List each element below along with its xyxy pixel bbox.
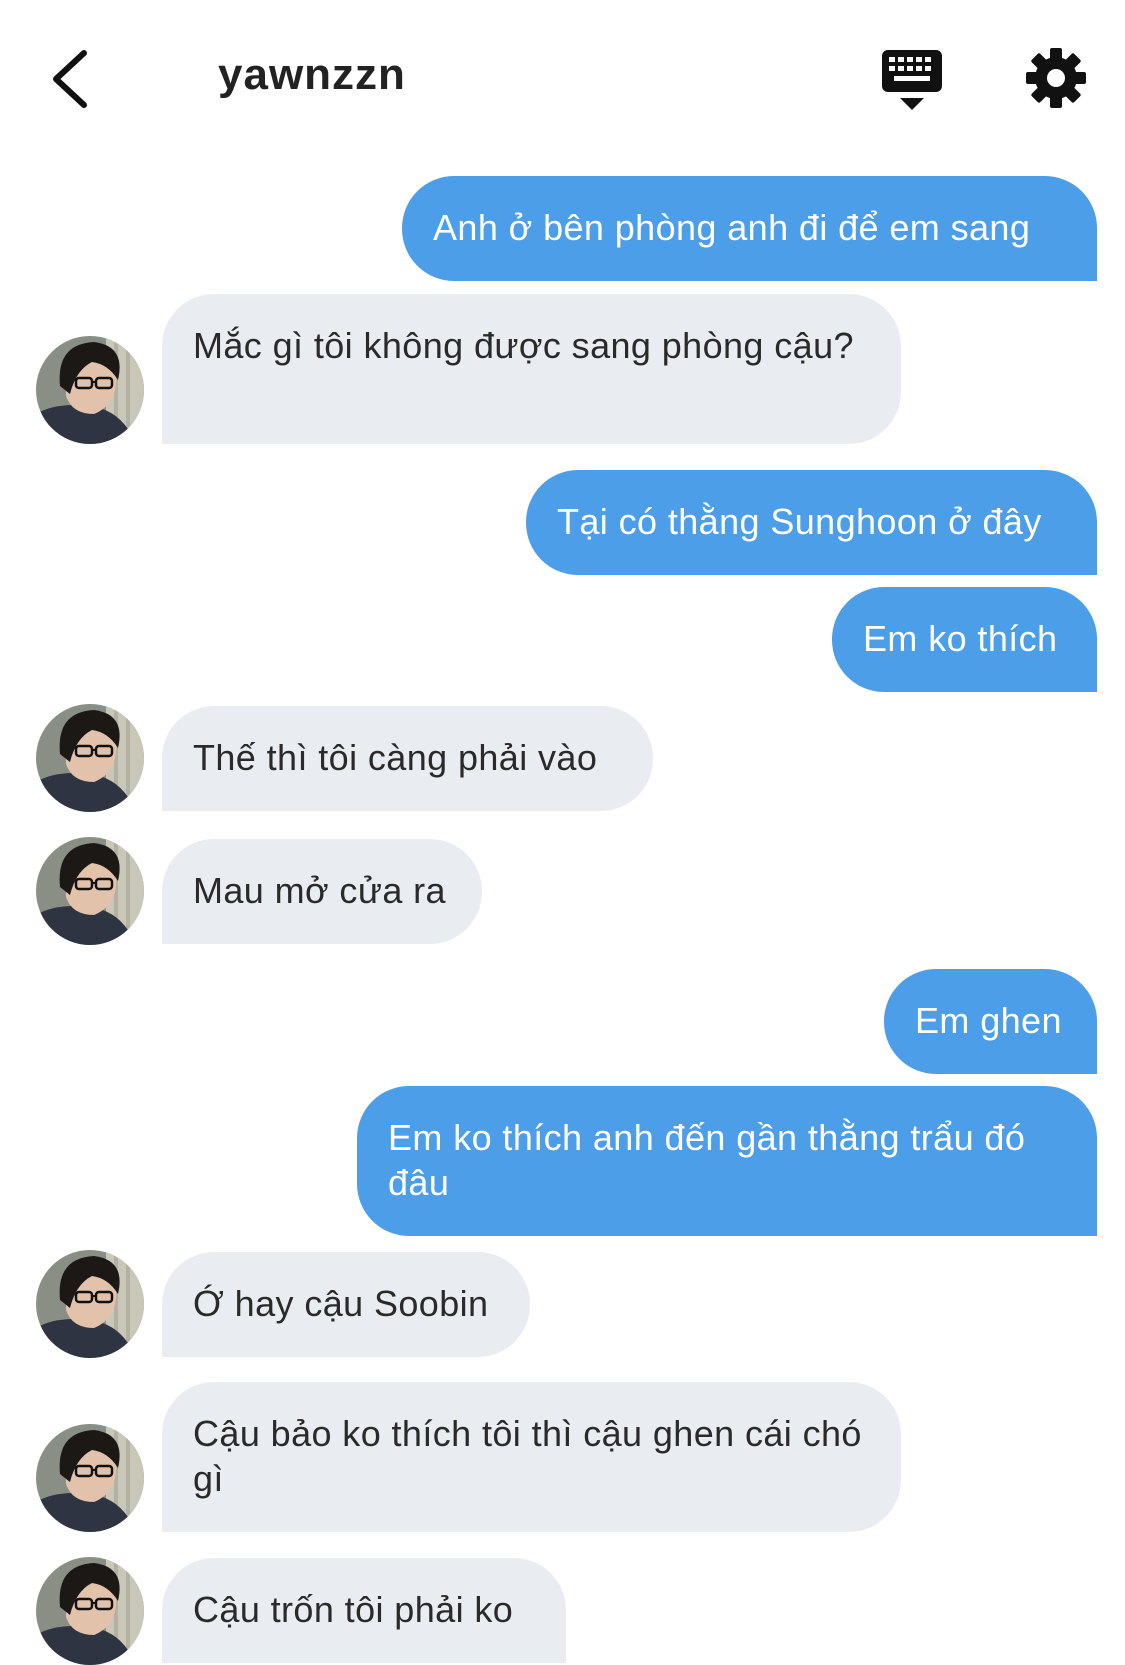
avatar-photo [36, 1424, 144, 1532]
chat-header: yawnzzn [0, 0, 1125, 160]
avatar-photo [36, 336, 144, 444]
message-bubble-incoming[interactable]: Cậu trốn tôi phải ko [162, 1558, 566, 1663]
settings-button[interactable] [1024, 46, 1088, 110]
message-text: Cậu bảo ko thích tôi thì cậu ghen cái ch… [193, 1413, 862, 1499]
message-text: Em ko thích [863, 618, 1058, 659]
message-bubble-outgoing[interactable]: Em ghen [884, 969, 1097, 1074]
message-text: Tại có thằng Sunghoon ở đây [557, 501, 1042, 542]
avatar-photo [36, 1250, 144, 1358]
keyboard-button[interactable] [880, 48, 944, 112]
chevron-left-icon [53, 50, 87, 108]
avatar[interactable] [36, 1557, 144, 1665]
back-button[interactable] [40, 44, 100, 114]
message-bubble-incoming[interactable]: Mắc gì tôi không được sang phòng cậu? [162, 294, 901, 444]
message-text: Thế thì tôi càng phải vào [193, 737, 598, 778]
chat-title: yawnzzn [218, 50, 406, 99]
message-bubble-incoming[interactable]: Thế thì tôi càng phải vào [162, 706, 653, 811]
avatar[interactable] [36, 837, 144, 945]
avatar-photo [36, 1557, 144, 1665]
message-bubble-outgoing[interactable]: Em ko thích anh đến gần thằng trẩu đó đâ… [357, 1086, 1097, 1236]
message-bubble-outgoing[interactable]: Anh ở bên phòng anh đi để em sang [402, 176, 1097, 281]
gear-icon [1026, 48, 1086, 108]
avatar[interactable] [36, 336, 144, 444]
message-text: Mau mở cửa ra [193, 870, 446, 911]
avatar[interactable] [36, 1424, 144, 1532]
message-bubble-outgoing[interactable]: Em ko thích [832, 587, 1097, 692]
keyboard-icon [882, 50, 942, 110]
message-text: Cậu trốn tôi phải ko [193, 1589, 514, 1630]
avatar[interactable] [36, 1250, 144, 1358]
message-bubble-incoming[interactable]: Ớ hay cậu Soobin [162, 1252, 530, 1357]
message-text: Mắc gì tôi không được sang phòng cậu? [193, 325, 854, 366]
message-text: Ớ hay cậu Soobin [193, 1283, 489, 1324]
message-text: Em ko thích anh đến gần thằng trẩu đó đâ… [388, 1117, 1026, 1203]
avatar-photo [36, 837, 144, 945]
message-text: Anh ở bên phòng anh đi để em sang [433, 207, 1031, 248]
message-bubble-incoming[interactable]: Mau mở cửa ra [162, 839, 482, 944]
message-bubble-outgoing[interactable]: Tại có thằng Sunghoon ở đây [526, 470, 1097, 575]
avatar[interactable] [36, 704, 144, 812]
message-bubble-incoming[interactable]: Cậu bảo ko thích tôi thì cậu ghen cái ch… [162, 1382, 901, 1532]
message-text: Em ghen [915, 1000, 1062, 1041]
avatar-photo [36, 704, 144, 812]
